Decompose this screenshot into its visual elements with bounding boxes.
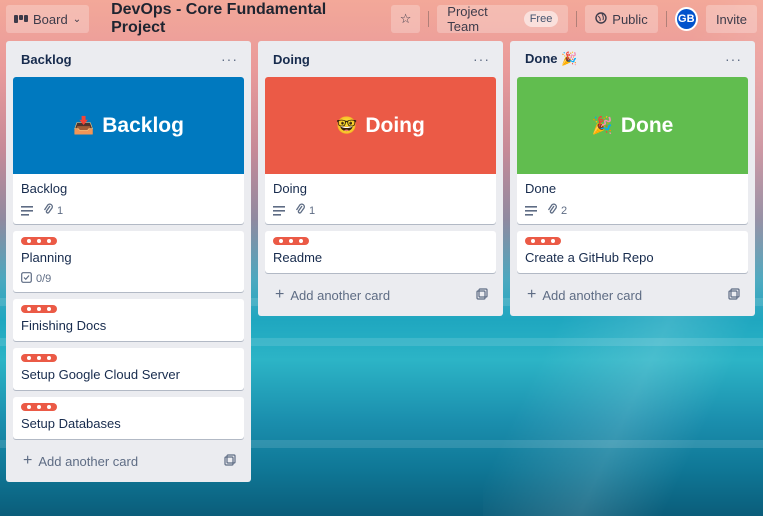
avatar[interactable]: GB (674, 7, 698, 31)
divider (576, 11, 578, 27)
list-title[interactable]: Backlog (21, 52, 72, 67)
add-card-button[interactable]: + Add another card (527, 287, 642, 303)
board-header: Board ⌄ DevOps - Core Fundamental Projec… (6, 1, 758, 37)
invite-button[interactable]: Invite (705, 5, 758, 33)
add-card-row: + Add another card (517, 280, 748, 310)
card-cover-backlog[interactable]: 📥 Backlog Backlog 1 (13, 77, 244, 224)
list-doing: Doing ··· 🤓 Doing Doing 1 Readme + Add a… (258, 41, 503, 316)
add-card-button[interactable]: + Add another card (23, 453, 138, 469)
visibility-label: Public (612, 11, 648, 27)
card-title: Done (525, 181, 557, 196)
attachment-badge: 2 (547, 203, 567, 218)
template-icon[interactable] (224, 453, 236, 469)
party-popper-icon: 🎉 (591, 115, 613, 135)
paperclip-icon (43, 203, 53, 218)
card-cover: 🎉 Done (517, 77, 748, 174)
star-icon: ☆ (399, 11, 412, 26)
card-title: Backlog (21, 181, 68, 196)
label-red[interactable] (273, 237, 309, 245)
card-title: Create a GitHub Repo (525, 250, 654, 265)
add-card-button[interactable]: + Add another card (275, 287, 390, 303)
label-red[interactable] (21, 354, 57, 362)
board-switcher-label: Board (33, 11, 68, 27)
list-title[interactable]: Doing (273, 52, 310, 67)
list-menu-icon[interactable]: ··· (221, 51, 238, 67)
visibility-button[interactable]: Public (585, 5, 658, 33)
card-title: Doing (273, 181, 307, 196)
attachment-count: 1 (309, 204, 316, 217)
label-red[interactable] (525, 237, 561, 245)
cover-text: Doing (365, 113, 425, 137)
description-icon (525, 205, 537, 216)
attachment-badge: 1 (43, 203, 63, 218)
list-done: Done 🎉 ··· 🎉 Done Done 2 Create a GitHub… (510, 41, 755, 316)
board-switcher-button[interactable]: Board ⌄ (6, 5, 90, 33)
list-menu-icon[interactable]: ··· (725, 51, 742, 67)
label-red[interactable] (21, 237, 57, 245)
add-card-row: + Add another card (13, 446, 244, 476)
description-icon (21, 205, 33, 216)
plus-icon: + (527, 286, 537, 303)
cover-text: Backlog (102, 113, 184, 137)
description-icon (273, 205, 285, 216)
workspace-badge: Free (523, 11, 559, 27)
globe-icon (595, 11, 607, 27)
list-menu-icon[interactable]: ··· (473, 51, 490, 67)
list-header: Doing ··· (265, 41, 496, 77)
checklist-icon (21, 272, 32, 286)
card-setup-google-cloud-server[interactable]: Setup Google Cloud Server (13, 348, 244, 390)
add-card-label: Add another card (542, 287, 643, 303)
card-cover-doing[interactable]: 🤓 Doing Doing 1 (265, 77, 496, 224)
card-create-github-repo[interactable]: Create a GitHub Repo (517, 231, 748, 273)
cover-text: Done (620, 113, 674, 137)
template-icon[interactable] (476, 287, 488, 303)
invite-label: Invite (715, 11, 748, 27)
card-cover: 📥 Backlog (13, 77, 244, 174)
card-cover-done[interactable]: 🎉 Done Done 2 (517, 77, 748, 224)
card-title: Readme (273, 250, 323, 265)
label-red[interactable] (21, 403, 57, 411)
template-icon[interactable] (728, 287, 740, 303)
card-title: Planning (21, 250, 72, 265)
paperclip-icon (547, 203, 557, 218)
label-red[interactable] (21, 305, 57, 313)
attachment-badge: 1 (295, 203, 315, 218)
star-button[interactable]: ☆ (390, 5, 421, 33)
add-card-label: Add another card (290, 287, 391, 303)
inbox-icon: 📥 (73, 115, 95, 135)
attachment-count: 2 (561, 204, 568, 217)
plus-icon: + (275, 286, 285, 303)
card-title: Setup Databases (21, 416, 121, 431)
plus-icon: + (23, 452, 33, 469)
card-finishing-docs[interactable]: Finishing Docs (13, 299, 244, 341)
card-cover: 🤓 Doing (265, 77, 496, 174)
nerd-face-icon: 🤓 (336, 115, 358, 135)
card-setup-databases[interactable]: Setup Databases (13, 397, 244, 439)
workspace-button[interactable]: Project Team Free (437, 4, 569, 34)
list-header: Done 🎉 ··· (517, 41, 748, 77)
paperclip-icon (295, 203, 305, 218)
board-title[interactable]: DevOps - Core Fundamental Project (97, 1, 383, 37)
list-title[interactable]: Done 🎉 (525, 51, 577, 67)
card-planning[interactable]: Planning 0/9 (13, 231, 244, 292)
add-card-label: Add another card (38, 453, 139, 469)
list-backlog: Backlog ··· 📥 Backlog Backlog 1 Planning… (6, 41, 251, 482)
checklist-count: 0/9 (36, 273, 52, 285)
checklist-badge: 0/9 (21, 272, 51, 286)
attachment-count: 1 (57, 204, 64, 217)
list-header: Backlog ··· (13, 41, 244, 77)
card-readme[interactable]: Readme (265, 231, 496, 273)
add-card-row: + Add another card (265, 280, 496, 310)
board-icon (14, 12, 28, 27)
chevron-down-icon: ⌄ (72, 13, 82, 25)
divider (428, 11, 430, 27)
card-title: Finishing Docs (21, 318, 107, 333)
workspace-label: Project Team (447, 4, 488, 34)
divider (665, 11, 667, 27)
card-title: Setup Google Cloud Server (21, 367, 180, 382)
